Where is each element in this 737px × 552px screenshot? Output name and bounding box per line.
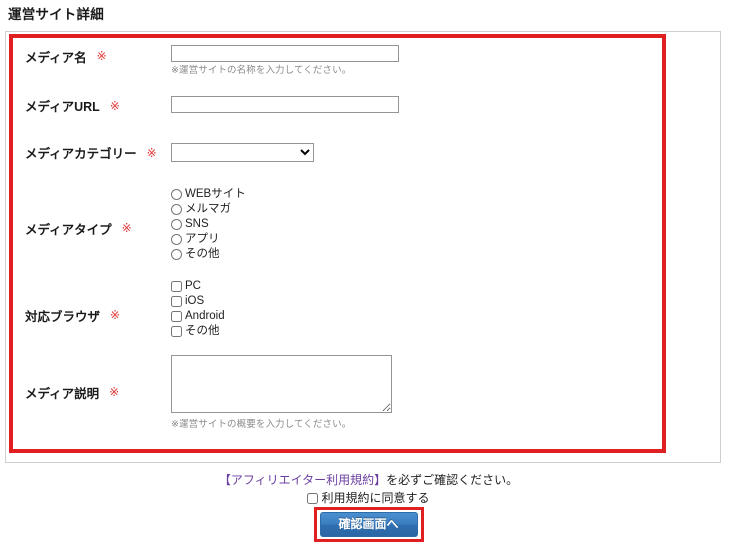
form-row-media-url: メディアURL ※ <box>13 92 662 141</box>
label-media-category: メディアカテゴリー ※ <box>13 143 171 162</box>
checkbox-android-input[interactable] <box>171 311 182 322</box>
radio-option-app[interactable]: アプリ <box>171 232 662 247</box>
radio-option-web[interactable]: WEBサイト <box>171 187 662 202</box>
site-detail-form: メディア名 ※ ※運営サイトの名称を入力してください。 メディアURL ※ メデ… <box>13 38 662 449</box>
checkbox-pc-input[interactable] <box>171 281 182 292</box>
browser-checkbox-group: PC iOS Android その他 <box>171 279 662 339</box>
form-row-media-category: メディアカテゴリー ※ <box>13 141 662 181</box>
media-type-radio-group: WEBサイト メルマガ SNS アプリ その他 <box>171 187 662 262</box>
required-mark-media-type: ※ <box>121 221 132 235</box>
checkbox-option-pc[interactable]: PC <box>171 279 662 294</box>
radio-app-input[interactable] <box>171 234 182 245</box>
label-media-type-text: メディアタイプ <box>25 222 112 237</box>
label-media-type: メディアタイプ ※ <box>13 187 171 269</box>
hint-media-name: ※運営サイトの名称を入力してください。 <box>171 65 352 76</box>
agree-checkbox-input[interactable] <box>307 492 319 504</box>
confirm-button[interactable]: 確認画面へ <box>319 512 418 537</box>
required-mark-media-category: ※ <box>146 145 157 160</box>
page-title: 運営サイト詳細 <box>8 7 104 22</box>
form-footer: 【アフィリエイター利用規約】を必ずご確認ください。 利用規約に同意する 確認画面… <box>0 472 737 542</box>
label-media-category-text: メディアカテゴリー <box>25 147 137 161</box>
radio-mailmagazine-input[interactable] <box>171 204 182 215</box>
terms-line: 【アフィリエイター利用規約】を必ずご確認ください。 <box>0 472 737 489</box>
radio-option-other[interactable]: その他 <box>171 247 662 262</box>
label-media-name-text: メディア名 <box>25 50 87 65</box>
required-mark-media-url: ※ <box>109 98 120 113</box>
label-media-url-text: メディアURL <box>25 100 100 114</box>
terms-suffix: を必ずご確認ください。 <box>386 473 519 487</box>
media-description-textarea[interactable] <box>171 355 392 413</box>
form-row-media-name: メディア名 ※ ※運営サイトの名称を入力してください。 <box>13 38 662 92</box>
checkbox-other-label[interactable]: その他 <box>185 324 220 339</box>
radio-mailmagazine-label[interactable]: メルマガ <box>185 202 231 217</box>
checkbox-pc-label[interactable]: PC <box>185 279 201 294</box>
label-media-url: メディアURL ※ <box>13 96 171 115</box>
checkbox-option-other[interactable]: その他 <box>171 324 662 339</box>
checkbox-option-ios[interactable]: iOS <box>171 294 662 309</box>
submit-button-wrap: 確認画面へ <box>313 507 424 542</box>
field-media-type: WEBサイト メルマガ SNS アプリ その他 <box>171 187 662 262</box>
field-media-name: ※運営サイトの名称を入力してください。 <box>171 45 662 78</box>
form-row-media-description: メディア説明 ※ ※運営サイトの概要を入力してください。 <box>13 355 662 433</box>
label-browser-text: 対応ブラウザ <box>25 309 101 324</box>
radio-option-mailmagazine[interactable]: メルマガ <box>171 202 662 217</box>
form-row-browser: 対応ブラウザ ※ PC iOS Android その他 <box>13 279 662 355</box>
media-url-input[interactable] <box>171 96 399 113</box>
radio-other-input[interactable] <box>171 249 182 260</box>
media-category-select[interactable] <box>171 143 314 162</box>
radio-sns-input[interactable] <box>171 219 182 230</box>
field-media-description: ※運営サイトの概要を入力してください。 <box>171 355 662 432</box>
checkbox-ios-input[interactable] <box>171 296 182 307</box>
media-name-input[interactable] <box>171 45 399 62</box>
radio-web-label[interactable]: WEBサイト <box>185 187 246 202</box>
checkbox-ios-label[interactable]: iOS <box>185 294 204 309</box>
terms-link[interactable]: 【アフィリエイター利用規約】 <box>219 473 386 487</box>
field-media-url <box>171 96 662 113</box>
radio-app-label[interactable]: アプリ <box>185 232 220 247</box>
required-mark-browser: ※ <box>110 308 121 322</box>
label-browser: 対応ブラウザ ※ <box>13 279 171 351</box>
radio-other-label[interactable]: その他 <box>185 247 220 262</box>
radio-web-input[interactable] <box>171 189 182 200</box>
agree-line[interactable]: 利用規約に同意する <box>0 490 737 506</box>
field-browser: PC iOS Android その他 <box>171 279 662 339</box>
required-mark-media-name: ※ <box>96 49 107 63</box>
checkbox-option-android[interactable]: Android <box>171 309 662 324</box>
required-mark-media-description: ※ <box>109 385 120 399</box>
radio-option-sns[interactable]: SNS <box>171 217 662 232</box>
agree-checkbox-label[interactable]: 利用規約に同意する <box>321 490 429 506</box>
checkbox-other-input[interactable] <box>171 326 182 337</box>
checkbox-android-label[interactable]: Android <box>185 309 225 324</box>
label-media-description-text: メディア説明 <box>25 386 100 401</box>
label-media-name: メディア名 ※ <box>13 45 171 67</box>
radio-sns-label[interactable]: SNS <box>185 217 209 232</box>
field-media-category <box>171 143 662 162</box>
form-row-media-type: メディアタイプ ※ WEBサイト メルマガ SNS アプリ その他 <box>13 181 662 279</box>
hint-media-description: ※運営サイトの概要を入力してください。 <box>171 419 352 430</box>
label-media-description: メディア説明 ※ <box>13 355 171 429</box>
